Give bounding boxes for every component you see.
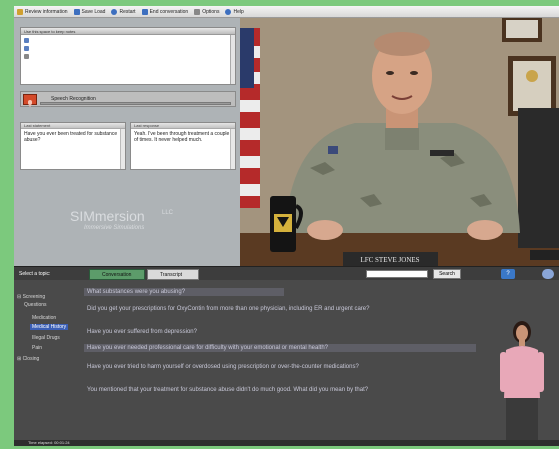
tree-item-questions[interactable]: Questions <box>24 302 47 308</box>
last-response-scrollbar[interactable] <box>230 129 235 169</box>
search-input[interactable] <box>366 270 428 278</box>
nameplate-text: LFC STEVE JONES <box>360 256 419 264</box>
tree-item-closing[interactable]: ⊞ Closing <box>17 356 39 362</box>
search-button-label: Search <box>439 271 455 277</box>
user-avatar-pane <box>484 280 559 440</box>
note-add-icon[interactable] <box>24 38 29 43</box>
note-print-icon[interactable] <box>24 54 29 59</box>
tree-item-illegal-drugs[interactable]: Illegal Drugs <box>32 335 60 341</box>
notes-panel: Use this space to keep notes <box>20 27 236 85</box>
tab-transcript-label: Transcript <box>160 272 183 278</box>
restart-button[interactable]: Restart <box>111 8 136 15</box>
toolbar: Review information Save Load Restart End… <box>14 6 559 18</box>
tree-item-pain[interactable]: Pain <box>32 345 42 351</box>
speaker-icon[interactable] <box>542 269 554 279</box>
computer-monitor <box>518 108 559 248</box>
help-button[interactable]: Help <box>225 8 244 15</box>
search-button[interactable]: Search <box>433 269 461 279</box>
wrench-icon <box>194 8 201 15</box>
question-item[interactable]: Did you get your prescriptions for OxyCo… <box>84 305 476 313</box>
logo-tagline: Immersive Simulations <box>84 225 145 231</box>
review-information-button[interactable]: Review information <box>17 8 68 15</box>
help-icon[interactable]: ? <box>501 269 515 279</box>
last-statement-scrollbar[interactable] <box>120 129 125 169</box>
speech-recognition-bar: Speech Recognition <box>20 91 236 107</box>
time-elapsed: Time elapsed: 00:01:24 <box>28 440 70 445</box>
notes-scrollbar[interactable] <box>230 35 235 84</box>
status-bar: Time elapsed: 00:01:24 <box>14 440 559 446</box>
last-statement-text: Have you ever been treated for substance… <box>24 131 118 143</box>
question-item[interactable]: Have you ever tried to harm yourself or … <box>84 363 476 371</box>
us-flag <box>240 28 260 208</box>
disk-icon <box>73 8 80 15</box>
document-icon <box>17 8 23 15</box>
tree-item-medical-history[interactable]: Medical History <box>30 324 69 330</box>
video-frame: LFC STEVE JONES <box>240 18 559 266</box>
help-button-label: ? <box>506 271 510 277</box>
simmersion-logo: SIMmersion <box>70 208 145 224</box>
tree-item-medication[interactable]: Medication <box>32 315 56 321</box>
last-response-text: Yeah. I've been through treatment a coup… <box>134 131 230 143</box>
tree-item-screening[interactable]: ⊟ Screening <box>17 294 45 300</box>
dialog-header: Select a topic: Conversation Transcript … <box>14 266 559 280</box>
tab-transcript[interactable]: Transcript <box>147 269 199 280</box>
notes-textarea[interactable] <box>32 36 229 83</box>
save-load-button[interactable]: Save Load <box>73 8 105 15</box>
speech-record-button[interactable] <box>23 94 37 107</box>
question-list: What substances were you abusing? Did yo… <box>84 280 484 440</box>
logo-llc: LLC <box>162 210 174 216</box>
stop-icon <box>141 8 148 15</box>
question-item[interactable]: Have you ever needed professional care f… <box>84 344 476 352</box>
topic-label: Select a topic: <box>19 271 51 277</box>
end-conversation-button[interactable]: End conversation <box>141 8 188 15</box>
avatar <box>500 321 544 440</box>
note-save-icon[interactable] <box>24 46 29 51</box>
app-window: Review information Save Load Restart End… <box>14 6 559 446</box>
refresh-icon <box>111 8 118 15</box>
microphone-icon <box>28 100 32 107</box>
last-statement-panel: Last statement Have you ever been treate… <box>20 122 126 170</box>
left-panel: Use this space to keep notes Speech Reco… <box>14 18 240 266</box>
options-button[interactable]: Options <box>194 8 219 15</box>
topic-tree: ⊟ Screening Questions Medication Medical… <box>14 280 84 440</box>
question-item[interactable]: What substances were you abusing? <box>84 288 284 296</box>
tab-conversation-label: Conversation <box>102 272 132 278</box>
last-response-panel: Last response Yeah. I've been through tr… <box>130 122 236 170</box>
tab-conversation[interactable]: Conversation <box>89 269 145 280</box>
speech-level-meter <box>40 102 231 105</box>
notes-header: Use this space to keep notes <box>21 28 235 35</box>
question-item[interactable]: You mentioned that your treatment for su… <box>84 386 476 394</box>
question-item[interactable]: Have you ever suffered from depression? <box>84 328 476 336</box>
help-icon <box>225 8 232 15</box>
character-video: LFC STEVE JONES <box>240 18 559 266</box>
